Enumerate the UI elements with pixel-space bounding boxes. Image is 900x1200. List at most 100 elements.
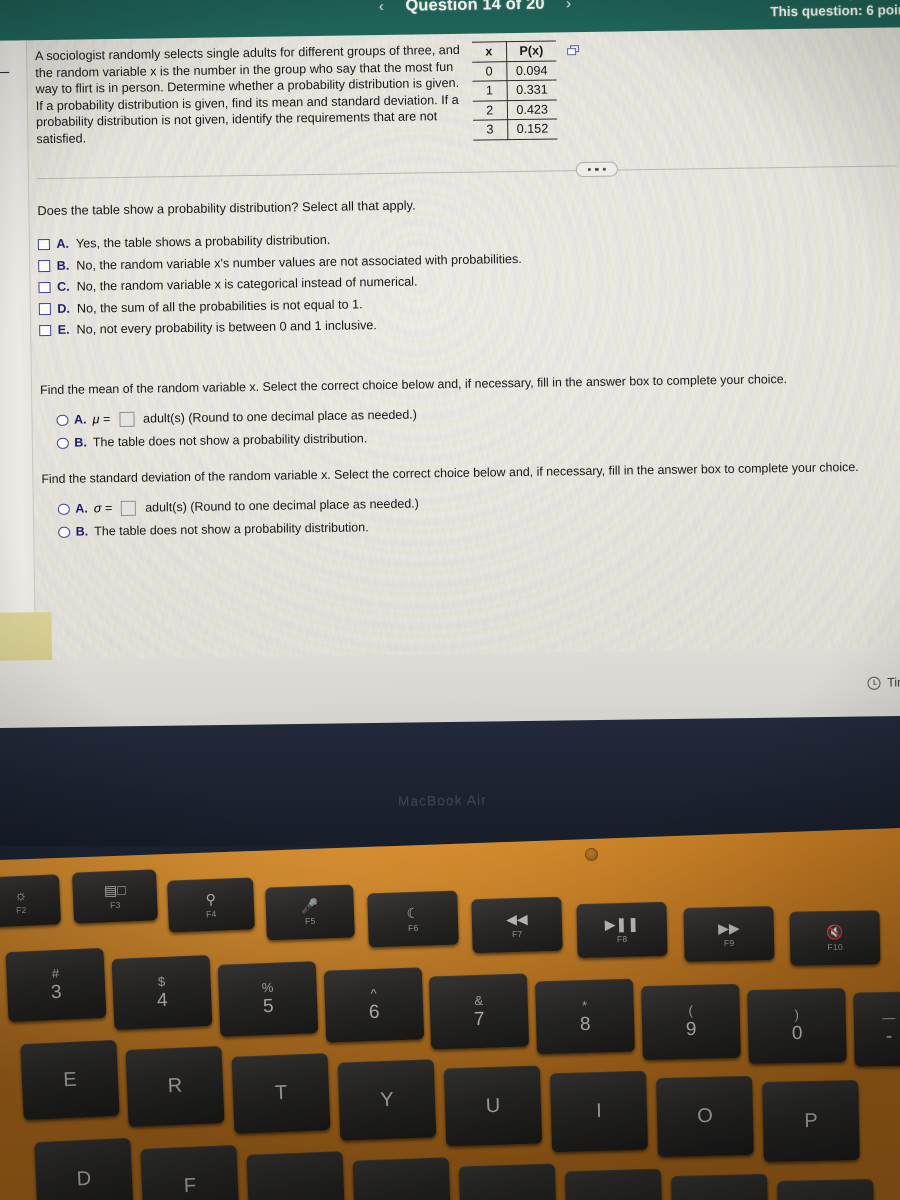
sd-choice-row-b[interactable]: B. The table does not show a probability…	[58, 520, 419, 539]
checkbox-c[interactable]	[38, 281, 51, 294]
key-t[interactable]: T	[231, 1053, 331, 1134]
key-l[interactable]	[671, 1173, 769, 1200]
mean-choice-row-a[interactable]: A. μ = adult(s) (Round to one decimal pl…	[56, 408, 417, 428]
cell-px: 0.423	[506, 99, 558, 120]
question-navigator: ‹ Question 14 of 20 ›	[371, 0, 579, 16]
choice-text: No, the sum of all the probabilities is …	[76, 296, 363, 316]
key-4[interactable]: $ 4	[111, 954, 213, 1031]
choice-letter: E.	[57, 322, 70, 337]
key-f7-rewind[interactable]: ◀◀ F7	[471, 896, 563, 954]
cell-px: 0.152	[507, 118, 558, 140]
table-header-row: x P(x)	[471, 40, 557, 62]
key-shift-label: *	[581, 997, 588, 1013]
chevron-left-icon[interactable]: ‹	[371, 0, 391, 15]
sd-choice-row-a[interactable]: A. σ = adult(s) (Round to one decimal pl…	[57, 496, 419, 517]
key-f3-mission-control[interactable]: ▤□ F3	[71, 869, 159, 924]
key-6[interactable]: ^ 6	[323, 967, 425, 1043]
key-label: F	[183, 1174, 197, 1197]
key-p[interactable]: P	[762, 1080, 860, 1162]
play-pause-icon: ▶❚❚	[604, 915, 640, 932]
key-label: 6	[368, 1001, 380, 1024]
key-3[interactable]: # 3	[5, 947, 107, 1023]
mean-suffix-text: adult(s) (Round to one decimal place as …	[143, 407, 417, 426]
mean-answer-input[interactable]	[119, 411, 135, 427]
choice-row-a[interactable]: A. Yes, the table shows a probability di…	[37, 230, 522, 251]
key-minus[interactable]: — -	[853, 991, 900, 1067]
key-0[interactable]: ) 0	[747, 987, 847, 1065]
choice-letter: C.	[56, 279, 70, 294]
radio-sd-a[interactable]	[57, 503, 70, 515]
key-shift-label: #	[51, 965, 60, 982]
key-u[interactable]: U	[443, 1065, 543, 1147]
question3-choice-list: A. σ = adult(s) (Round to one decimal pl…	[57, 496, 420, 547]
choice-row-d[interactable]: D. No, the sum of all the probabilities …	[38, 294, 523, 316]
back-arrow-icon[interactable]: ←	[0, 54, 19, 82]
key-i[interactable]: I	[549, 1070, 649, 1153]
fast-forward-icon: ▶▶	[717, 919, 740, 936]
key-8[interactable]: * 8	[534, 978, 636, 1055]
key-j[interactable]	[458, 1163, 558, 1200]
key-label: 8	[579, 1013, 591, 1035]
choice-text: The table does not show a probability di…	[94, 520, 369, 539]
checkbox-a[interactable]	[37, 238, 50, 251]
key-g[interactable]	[246, 1151, 346, 1200]
timer-label: Time	[887, 675, 900, 690]
radio-mean-a[interactable]	[56, 414, 69, 426]
mute-icon: 🔇	[826, 923, 844, 940]
popout-table-icon[interactable]	[567, 45, 580, 56]
key-f4-spotlight[interactable]: ⚲ F4	[167, 877, 255, 933]
question2-prompt: Find the mean of the random variable x. …	[39, 372, 788, 398]
key-9[interactable]: ( 9	[641, 983, 741, 1061]
key-fn-label: F7	[511, 928, 523, 939]
key-o[interactable]: O	[656, 1075, 754, 1158]
key-shift-label: (	[688, 1002, 694, 1019]
cell-x: 3	[473, 119, 508, 140]
key-label: 4	[156, 989, 169, 1011]
key-f2-brightness[interactable]: ☼ F2	[0, 874, 62, 928]
key-label: R	[167, 1074, 183, 1098]
key-shift-label: —	[882, 1009, 896, 1026]
sd-answer-input[interactable]	[121, 500, 137, 516]
key-7[interactable]: & 7	[428, 973, 530, 1050]
key-semicolon[interactable]	[777, 1179, 875, 1200]
macbook-brand-label: MacBook Air	[397, 792, 488, 809]
key-label: 7	[473, 1008, 485, 1030]
table-row: 1 0.331	[472, 79, 557, 101]
timer-indicator[interactable]: Time	[867, 675, 900, 690]
key-label: T	[274, 1081, 288, 1105]
mean-choice-row-b[interactable]: B. The table does not show a probability…	[56, 431, 418, 450]
chevron-right-icon[interactable]: ›	[559, 0, 579, 12]
key-f10-mute[interactable]: 🔇 F10	[789, 910, 881, 966]
checkbox-b[interactable]	[38, 259, 50, 272]
key-f[interactable]: F	[140, 1145, 240, 1200]
sd-suffix-text: adult(s) (Round to one decimal place as …	[145, 496, 419, 515]
cell-x: 1	[472, 80, 507, 101]
key-f9-fast-forward[interactable]: ▶▶ F9	[683, 906, 775, 962]
key-shift-label: ^	[370, 985, 377, 1002]
choice-row-e[interactable]: E. No, not every probability is between …	[39, 316, 523, 337]
key-y[interactable]: Y	[337, 1059, 437, 1141]
key-f6-do-not-disturb[interactable]: ☾ F6	[367, 890, 459, 948]
key-h[interactable]	[352, 1157, 452, 1200]
checkbox-e[interactable]	[39, 324, 51, 337]
radio-sd-b[interactable]	[58, 526, 70, 538]
radio-mean-b[interactable]	[56, 437, 69, 449]
choice-row-c[interactable]: C. No, the random variable x is categori…	[38, 273, 522, 294]
question-document: A sociologist randomly selects single ad…	[29, 27, 900, 680]
key-r[interactable]: R	[125, 1046, 225, 1127]
key-5[interactable]: % 5	[217, 961, 319, 1037]
key-e[interactable]: E	[20, 1039, 120, 1121]
choice-row-b[interactable]: B. No, the random variable x's number va…	[38, 251, 522, 272]
key-k[interactable]	[564, 1168, 664, 1200]
key-d[interactable]: D	[34, 1137, 134, 1200]
section-divider	[36, 165, 897, 180]
table-row: 3 0.152	[473, 118, 558, 140]
choice-letter: A.	[56, 236, 70, 251]
problem-statement: A sociologist randomly selects single ad…	[35, 42, 460, 147]
ellipsis-icon[interactable]	[575, 161, 618, 178]
choice-text: No, the random variable x's number value…	[76, 251, 522, 273]
key-f5-dictation[interactable]: 🎤 F5	[265, 884, 355, 941]
key-f8-play-pause[interactable]: ▶❚❚ F8	[576, 901, 668, 959]
checkbox-d[interactable]	[38, 302, 51, 315]
key-fn-label: F4	[205, 908, 217, 919]
